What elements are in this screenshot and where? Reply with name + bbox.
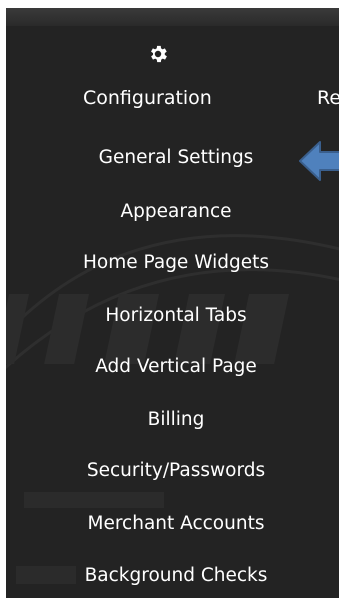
screenshot-frame: Configuration Re General Settings Appear… xyxy=(0,0,339,598)
menu-item-horizontal-tabs[interactable]: Horizontal Tabs xyxy=(6,305,339,326)
menu-item-background-checks[interactable]: Background Checks xyxy=(6,565,339,586)
configuration-tab[interactable]: Configuration xyxy=(83,87,212,109)
top-bar xyxy=(6,8,339,26)
menu-item-appearance[interactable]: Appearance xyxy=(6,201,339,222)
gear-icon[interactable] xyxy=(147,43,169,65)
menu-item-security-passwords[interactable]: Security/Passwords xyxy=(6,460,339,481)
configuration-menu-panel: Configuration Re General Settings Appear… xyxy=(6,26,339,598)
arrow-left-icon xyxy=(299,141,339,181)
menu-item-add-vertical-page[interactable]: Add Vertical Page xyxy=(6,356,339,377)
menu-item-home-page-widgets[interactable]: Home Page Widgets xyxy=(6,252,339,273)
next-tab-partial[interactable]: Re xyxy=(317,87,339,109)
menu-item-general-settings[interactable]: General Settings xyxy=(6,147,339,168)
menu-item-billing[interactable]: Billing xyxy=(6,409,339,430)
menu-item-merchant-accounts[interactable]: Merchant Accounts xyxy=(6,513,339,534)
